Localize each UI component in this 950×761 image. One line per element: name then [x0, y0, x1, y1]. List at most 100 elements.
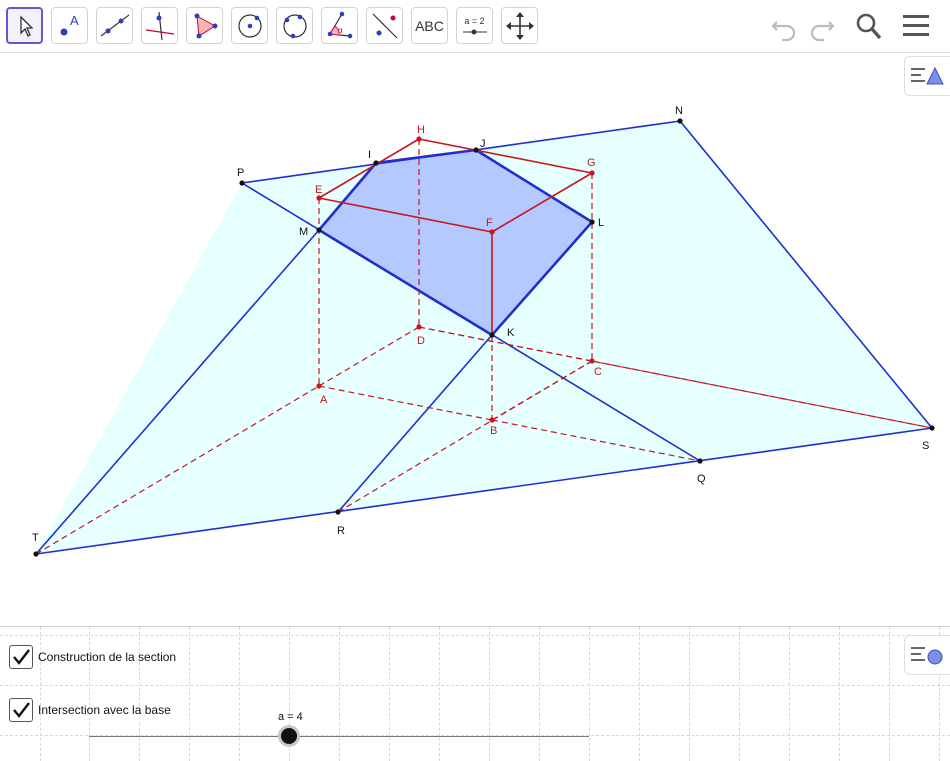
- point-N[interactable]: [677, 118, 683, 124]
- search-icon[interactable]: [852, 10, 884, 42]
- point-F[interactable]: [489, 229, 495, 235]
- label-J: J: [480, 138, 486, 150]
- grid-line: [389, 627, 390, 761]
- redo-icon[interactable]: [806, 10, 838, 42]
- svg-text:A: A: [70, 13, 79, 28]
- cursor-arrow-icon: [20, 15, 34, 37]
- move-arrows-icon: [506, 12, 534, 40]
- grid-line: [239, 627, 240, 761]
- grid-line: [789, 627, 790, 761]
- point-D[interactable]: [416, 324, 422, 330]
- checkbox-construction-label: Construction de la section: [38, 650, 177, 664]
- conic-tool-button[interactable]: [276, 7, 313, 44]
- reflect-about-line-icon: [372, 13, 398, 39]
- line-tool-button[interactable]: [96, 7, 133, 44]
- point-T[interactable]: [33, 551, 39, 557]
- text-tool-label: ABC: [415, 17, 444, 34]
- point-K[interactable]: [489, 332, 495, 338]
- label-S: S: [922, 440, 929, 452]
- point-E[interactable]: [316, 195, 322, 201]
- angle-tool-button[interactable]: α: [321, 7, 358, 44]
- point-C[interactable]: [589, 358, 595, 364]
- angle-icon: α: [327, 11, 353, 39]
- grid-line: [339, 627, 340, 761]
- style-bar-toggle-icon: [911, 66, 944, 85]
- label-E: E: [315, 184, 322, 196]
- point-B[interactable]: [489, 417, 495, 423]
- graphics-view[interactable]: N P S Q T R I J L K M H G E F D C A B: [0, 53, 950, 626]
- grid-line: [489, 627, 490, 761]
- point-M[interactable]: [316, 227, 322, 233]
- slider-label: a = 4: [278, 711, 303, 723]
- point-G[interactable]: [589, 170, 595, 176]
- label-D: D: [417, 335, 425, 347]
- graphics-style-bar-button[interactable]: [904, 56, 950, 96]
- checkmark-icon: [13, 702, 30, 718]
- slider-knob[interactable]: [281, 728, 297, 744]
- grid-line: [739, 627, 740, 761]
- label-N: N: [675, 105, 683, 117]
- reflect-tool-button[interactable]: [366, 7, 403, 44]
- checkbox-construction-row[interactable]: Construction de la section: [9, 643, 176, 671]
- label-H: H: [417, 124, 425, 136]
- circle-three-points-icon: [283, 14, 307, 39]
- algebra-style-bar-button[interactable]: [904, 635, 950, 675]
- grid-line: [589, 627, 590, 761]
- circle-center-point-icon: [238, 14, 262, 38]
- toolbar: A α ABC a = 2: [0, 0, 950, 53]
- grid-line: [889, 627, 890, 761]
- point-L[interactable]: [589, 219, 595, 225]
- checkbox-intersection[interactable]: [9, 698, 33, 722]
- perpendicular-line-tool-button[interactable]: [141, 7, 178, 44]
- point-S[interactable]: [929, 425, 935, 431]
- grid-line: [439, 627, 440, 761]
- checkbox-intersection-label: Intersection avec la base: [38, 703, 171, 717]
- undo-icon[interactable]: [768, 10, 800, 42]
- point-H[interactable]: [416, 136, 422, 142]
- grid-line: [0, 635, 950, 636]
- point-Q[interactable]: [697, 458, 703, 464]
- point-J[interactable]: [473, 147, 479, 153]
- algebra-panel: Construction de la section Intersection …: [0, 626, 950, 761]
- menu-icon[interactable]: [900, 10, 932, 42]
- grid-line: [639, 627, 640, 761]
- move-graphics-view-button[interactable]: [501, 7, 538, 44]
- svg-text:α: α: [338, 26, 343, 35]
- grid-line: [189, 627, 190, 761]
- label-L: L: [598, 217, 604, 229]
- point-A[interactable]: [316, 383, 322, 389]
- label-P: P: [237, 167, 244, 179]
- geometry-canvas[interactable]: N P S Q T R I J L K M H G E F D C A B: [0, 53, 950, 626]
- grid-line: [689, 627, 690, 761]
- polygon-icon: [194, 13, 218, 39]
- point-R[interactable]: [335, 509, 341, 515]
- slider-track[interactable]: [89, 736, 589, 737]
- label-F: F: [486, 217, 493, 229]
- label-C: C: [594, 366, 602, 378]
- slider-tool-button[interactable]: a = 2: [456, 7, 493, 44]
- style-bar-toggle-icon: [911, 647, 943, 665]
- grid-line: [839, 627, 840, 761]
- polygon-tool-button[interactable]: [186, 7, 223, 44]
- label-M: M: [299, 226, 308, 238]
- label-Q: Q: [697, 473, 706, 485]
- slider-icon: [463, 29, 487, 35]
- label-B: B: [490, 425, 497, 437]
- checkbox-intersection-row[interactable]: Intersection avec la base: [9, 696, 171, 724]
- point-tool-button[interactable]: A: [51, 7, 88, 44]
- perpendicular-line-icon: [145, 11, 175, 41]
- label-T: T: [32, 532, 39, 544]
- label-G: G: [587, 157, 596, 169]
- point-I[interactable]: [373, 160, 379, 166]
- label-R: R: [337, 525, 345, 537]
- text-tool-button[interactable]: ABC: [411, 7, 448, 44]
- label-K: K: [507, 327, 515, 339]
- point-icon: A: [60, 13, 79, 36]
- move-tool-button[interactable]: [6, 7, 43, 44]
- checkbox-construction[interactable]: [9, 645, 33, 669]
- label-I: I: [368, 149, 371, 161]
- point-P[interactable]: [239, 180, 245, 186]
- grid-line: [539, 627, 540, 761]
- circle-tool-button[interactable]: [231, 7, 268, 44]
- line-through-points-icon: [100, 14, 130, 37]
